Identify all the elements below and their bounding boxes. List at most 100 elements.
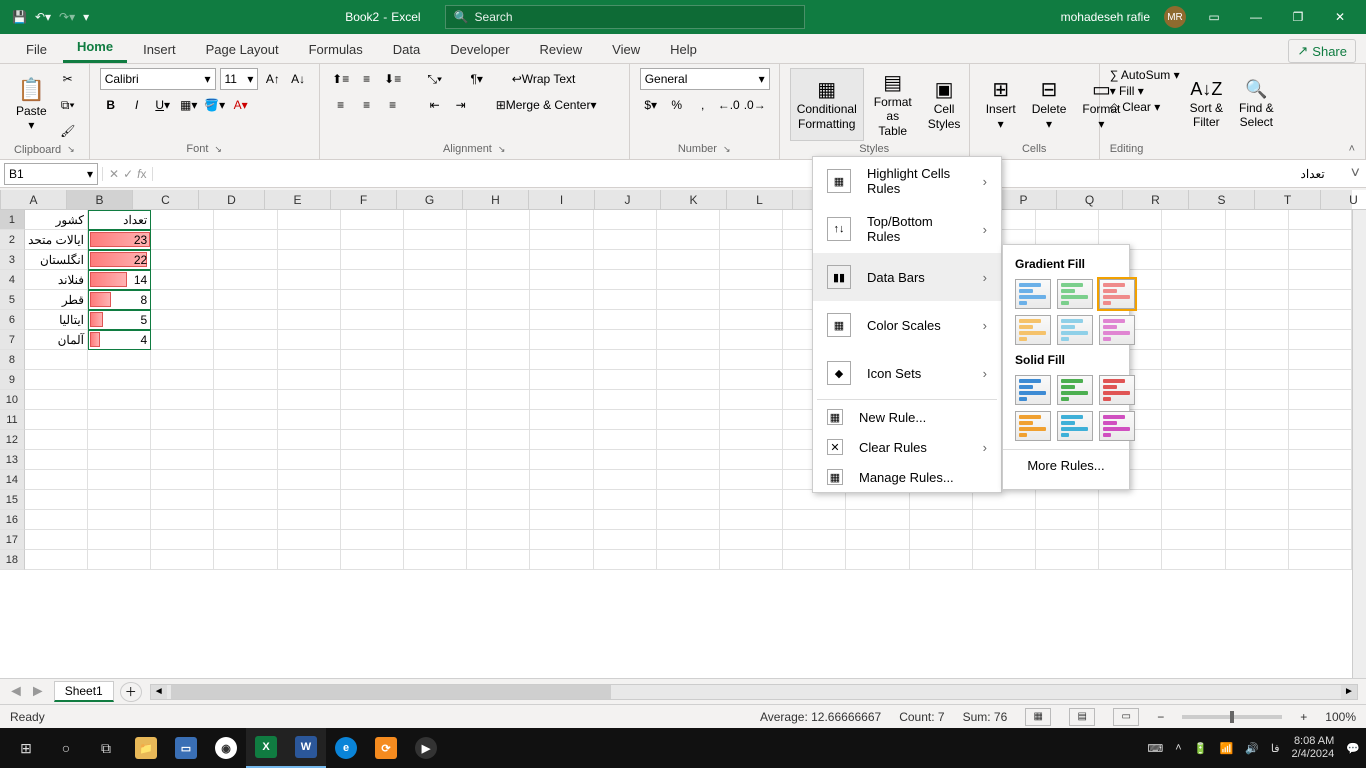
cell[interactable]: [783, 530, 846, 550]
column-header[interactable]: S: [1189, 190, 1255, 210]
cell[interactable]: [278, 350, 341, 370]
delete-cells-button[interactable]: ⊟Delete▾: [1026, 68, 1073, 141]
cell[interactable]: [404, 450, 467, 470]
media-player-icon[interactable]: ▶: [406, 728, 446, 768]
row-header[interactable]: 13: [0, 450, 25, 470]
vertical-scrollbar[interactable]: [1352, 210, 1366, 678]
cell[interactable]: [151, 270, 214, 290]
cell[interactable]: [657, 470, 720, 490]
cell[interactable]: [278, 430, 341, 450]
view-normal-icon[interactable]: ▦: [1025, 708, 1051, 726]
cell[interactable]: [341, 470, 404, 490]
column-header[interactable]: C: [133, 190, 199, 210]
tab-view[interactable]: View: [598, 36, 654, 63]
more-rules-button[interactable]: More Rules...: [1003, 449, 1129, 481]
cell[interactable]: [530, 410, 593, 430]
cut-icon[interactable]: ✂: [57, 68, 79, 90]
cell[interactable]: [404, 330, 467, 350]
cell[interactable]: [594, 450, 657, 470]
chrome-icon[interactable]: ◉: [206, 728, 246, 768]
cell[interactable]: [1289, 330, 1352, 350]
cell[interactable]: [404, 470, 467, 490]
cell[interactable]: [1162, 510, 1225, 530]
cell[interactable]: [1226, 210, 1289, 230]
cell[interactable]: [278, 530, 341, 550]
cell[interactable]: [341, 550, 404, 570]
cell[interactable]: [1289, 230, 1352, 250]
cell[interactable]: [404, 510, 467, 530]
cell[interactable]: [720, 410, 783, 430]
orientation-icon[interactable]: ⤡▾: [424, 68, 446, 90]
databar-solid-red[interactable]: [1099, 375, 1135, 405]
cell[interactable]: [1162, 310, 1225, 330]
cell[interactable]: [88, 390, 151, 410]
cell[interactable]: [910, 510, 973, 530]
cell[interactable]: [1099, 530, 1162, 550]
cell[interactable]: [594, 230, 657, 250]
cell[interactable]: [910, 550, 973, 570]
cell[interactable]: [278, 270, 341, 290]
cell[interactable]: [278, 310, 341, 330]
cell[interactable]: [467, 430, 530, 450]
cell[interactable]: [910, 530, 973, 550]
font-color-icon[interactable]: A▾: [230, 94, 252, 116]
databar-solid-lightblue[interactable]: [1057, 411, 1093, 441]
find-select-button[interactable]: 🔍Find & Select: [1233, 68, 1280, 141]
cell[interactable]: [1226, 550, 1289, 570]
cell[interactable]: [1226, 310, 1289, 330]
cell[interactable]: [278, 370, 341, 390]
cell[interactable]: [151, 410, 214, 430]
cell[interactable]: [341, 450, 404, 470]
cell[interactable]: [1289, 270, 1352, 290]
cell[interactable]: [25, 490, 88, 510]
cell[interactable]: [594, 470, 657, 490]
cell[interactable]: [720, 290, 783, 310]
cell[interactable]: [404, 550, 467, 570]
app-generic1-icon[interactable]: ▭: [166, 728, 206, 768]
cell[interactable]: [530, 250, 593, 270]
cell[interactable]: فنلاند: [25, 270, 88, 290]
cell[interactable]: [720, 210, 783, 230]
cancel-formula-icon[interactable]: ✕: [109, 167, 119, 181]
cell[interactable]: [1226, 370, 1289, 390]
cell[interactable]: [404, 230, 467, 250]
cell[interactable]: [214, 330, 277, 350]
cell[interactable]: [530, 510, 593, 530]
cell[interactable]: [278, 450, 341, 470]
menu-color-scales[interactable]: ▦Color Scales›: [813, 301, 1001, 349]
cell[interactable]: [278, 490, 341, 510]
tab-developer[interactable]: Developer: [436, 36, 523, 63]
cell[interactable]: [214, 270, 277, 290]
cell[interactable]: [530, 550, 593, 570]
close-icon[interactable]: ✕: [1326, 10, 1354, 24]
cell[interactable]: [1289, 430, 1352, 450]
cell[interactable]: [657, 310, 720, 330]
cell[interactable]: [594, 490, 657, 510]
cell[interactable]: [151, 490, 214, 510]
cell[interactable]: 14: [88, 270, 151, 290]
new-sheet-button[interactable]: ＋: [120, 682, 142, 702]
cell[interactable]: [720, 370, 783, 390]
cell[interactable]: [657, 270, 720, 290]
cell[interactable]: [25, 470, 88, 490]
cell[interactable]: [1289, 250, 1352, 270]
cell[interactable]: [151, 390, 214, 410]
cell[interactable]: [783, 490, 846, 510]
cell[interactable]: [1289, 470, 1352, 490]
wifi-icon[interactable]: 📶: [1219, 742, 1233, 755]
cell[interactable]: [278, 470, 341, 490]
cell[interactable]: [467, 530, 530, 550]
cell[interactable]: [720, 250, 783, 270]
cell[interactable]: [88, 510, 151, 530]
tab-page-layout[interactable]: Page Layout: [192, 36, 293, 63]
cell[interactable]: [25, 390, 88, 410]
ltr-icon[interactable]: ¶▾: [466, 68, 488, 90]
cell[interactable]: [657, 410, 720, 430]
cell[interactable]: [720, 550, 783, 570]
databar-gradient-green[interactable]: [1057, 279, 1093, 309]
dialog-launcher-icon[interactable]: ↘: [214, 144, 222, 155]
cell[interactable]: ایالات متحد: [25, 230, 88, 250]
sort-filter-button[interactable]: A↓ZSort & Filter: [1184, 68, 1229, 141]
borders-icon[interactable]: ▦▾: [178, 94, 200, 116]
column-header[interactable]: D: [199, 190, 265, 210]
